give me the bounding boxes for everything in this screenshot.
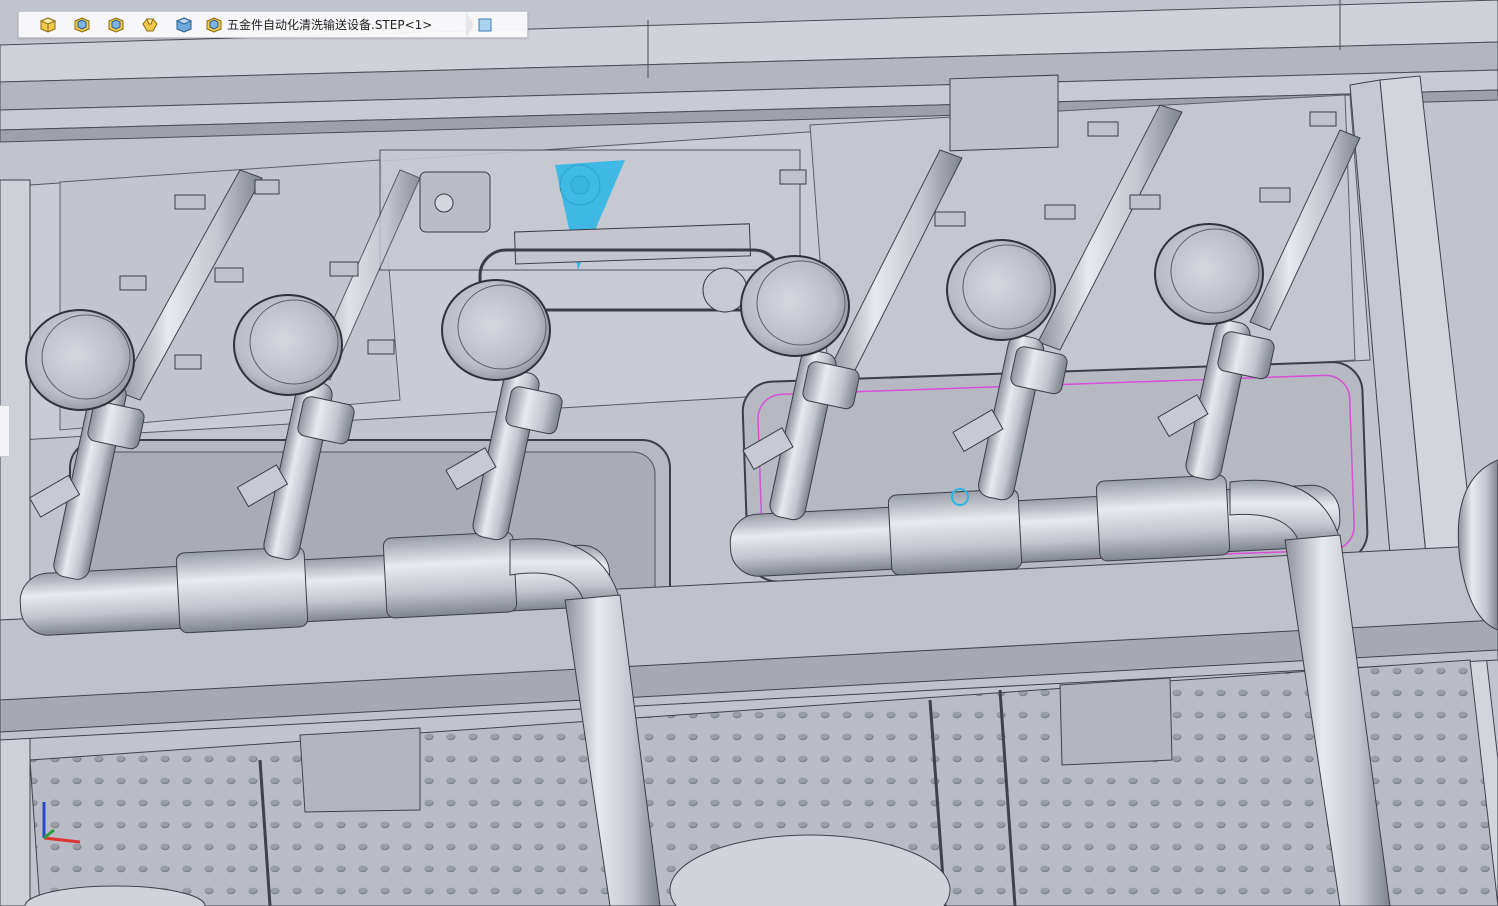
breadcrumb-item-face[interactable]	[474, 11, 496, 38]
face-icon	[478, 18, 492, 31]
assembly-icon	[108, 16, 124, 33]
assembly-icon	[74, 16, 90, 33]
sub-assembly-icon	[142, 18, 158, 31]
breadcrumb-item-assembly-1[interactable]	[65, 11, 99, 38]
body-icon	[175, 16, 193, 33]
x-axis-icon	[43, 836, 81, 844]
panel-collapse-tab[interactable]	[0, 405, 10, 457]
part-icon	[39, 16, 57, 33]
breadcrumb-item-sub-assembly[interactable]	[133, 11, 167, 38]
reference-triad	[42, 802, 81, 844]
cad-graphics-viewport[interactable]: 五金件自动化清洗输送设备.STEP<1>	[0, 0, 1498, 906]
breadcrumb-item-assembly-2[interactable]	[99, 11, 133, 38]
cad-model-scene[interactable]	[0, 0, 1498, 906]
breadcrumb-item-body[interactable]	[167, 11, 201, 38]
breadcrumb-separator	[466, 11, 475, 38]
breadcrumb-document[interactable]: 五金件自动化清洗输送设备.STEP<1>	[205, 16, 432, 34]
breadcrumb: 五金件自动化清洗输送设备.STEP<1>	[18, 11, 528, 38]
assembly-icon	[206, 16, 222, 33]
document-name: 五金件自动化清洗输送设备.STEP<1>	[227, 18, 433, 32]
breadcrumb-item-part[interactable]	[31, 11, 65, 38]
